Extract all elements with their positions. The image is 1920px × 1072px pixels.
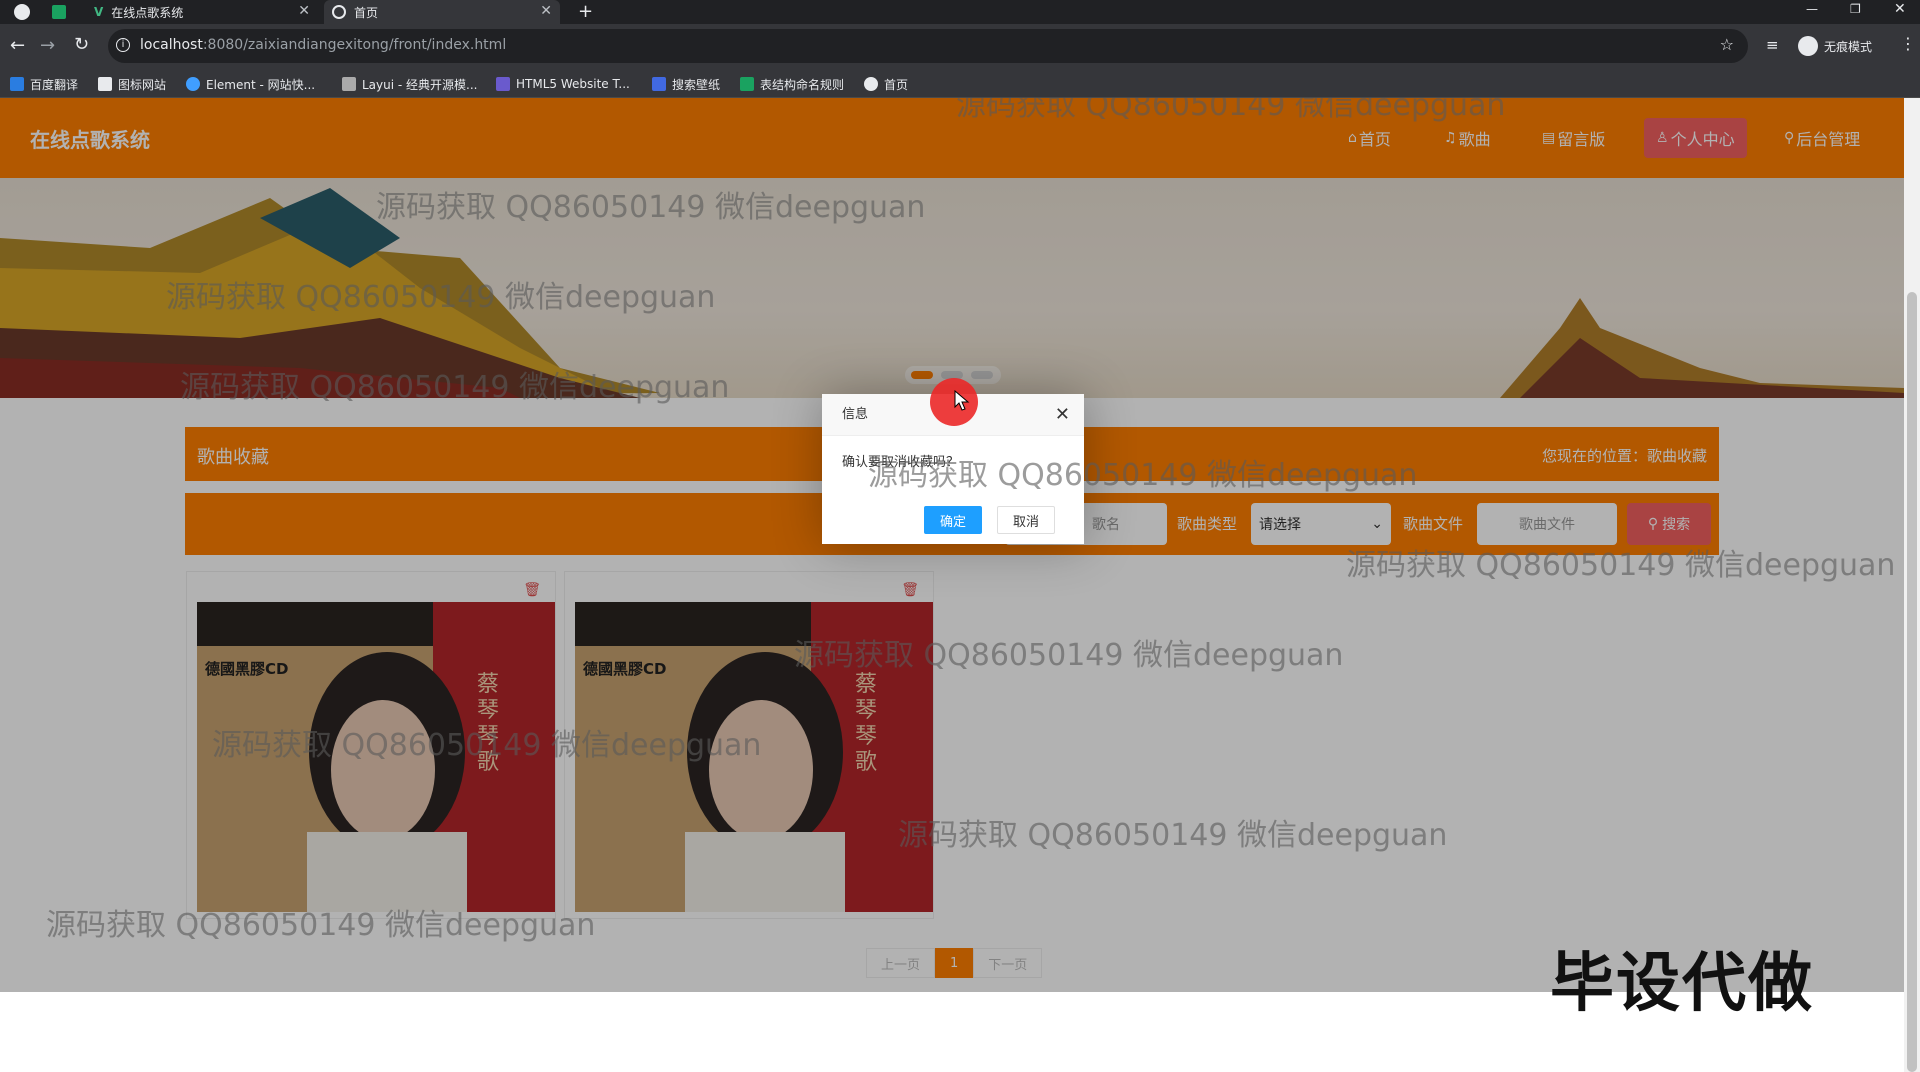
promo-stamp: 毕设代做 — [1550, 947, 1814, 1021]
bookmark-item[interactable]: Element - 网站快... — [186, 76, 315, 92]
bookmark-item[interactable]: 表结构命名规则 — [740, 76, 844, 92]
close-tab-icon[interactable]: ✕ — [540, 3, 552, 19]
page-viewport: 在线点歌系统 ⌂ 首页 ♫ 歌曲 ▤ 留言版 ♙ 个人中心 ⚲ 后台管理 歌曲收藏 您现在… — [0, 98, 1904, 1072]
forward-icon[interactable]: → — [40, 35, 55, 56]
profile-label[interactable]: 无痕模式 — [1824, 38, 1872, 55]
browser-icon[interactable] — [14, 4, 30, 20]
bookmark-item[interactable]: 百度翻译 — [10, 76, 78, 92]
close-tab-icon[interactable]: ✕ — [298, 3, 310, 19]
bookmark-item[interactable]: 图标网站 — [98, 76, 166, 92]
info-icon[interactable]: i — [116, 38, 130, 52]
dialog-message: 确认要取消收藏吗？ — [842, 455, 960, 470]
tab-title: 在线点歌系统 — [111, 5, 184, 20]
html5-icon — [496, 77, 510, 91]
bookmark-item[interactable]: 搜索壁纸 — [652, 76, 720, 92]
bookmark-item[interactable]: HTML5 Website T... — [496, 76, 630, 92]
translate-icon — [10, 77, 24, 91]
globe-icon — [864, 77, 878, 91]
wallpaper-icon — [652, 77, 666, 91]
confirm-button[interactable]: 确定 — [924, 506, 983, 534]
tab-title: 首页 — [354, 5, 379, 20]
restore-icon[interactable]: ❐ — [1850, 2, 1861, 16]
element-icon — [186, 77, 200, 91]
incognito-icon[interactable] — [1798, 36, 1818, 56]
reading-list-icon[interactable]: ≡ — [1766, 36, 1779, 54]
url-text: localhost:8080/zaixiandiangexitong/front… — [140, 37, 507, 53]
browser-tab-bar: V 在线点歌系统 ✕ 首页 ✕ + — ❐ ✕ — [0, 0, 1920, 24]
tab-site[interactable]: V 在线点歌系统 ✕ — [86, 0, 318, 24]
close-icon[interactable]: ✕ — [1055, 404, 1070, 425]
pinned-tab-icon[interactable] — [52, 5, 66, 19]
bookmark-item[interactable]: Layui - 经典开源模... — [342, 76, 477, 92]
flag-icon — [98, 77, 112, 91]
cancel-button[interactable]: 取消 — [997, 506, 1056, 534]
close-window-icon[interactable]: ✕ — [1894, 1, 1906, 17]
scrollbar-thumb[interactable] — [1907, 292, 1917, 1072]
bookmark-item[interactable]: 首页 — [864, 76, 908, 92]
modal-overlay[interactable] — [0, 98, 1904, 992]
globe-icon — [332, 5, 346, 19]
vue-icon: V — [94, 5, 104, 19]
reload-icon[interactable]: ↻ — [74, 34, 89, 55]
layui-icon — [342, 77, 356, 91]
browser-toolbar: ← → ↻ i localhost:8080/zaixiandiangexito… — [0, 24, 1920, 70]
tab-home[interactable]: 首页 ✕ — [324, 0, 560, 24]
sheet-icon — [740, 77, 754, 91]
new-tab-button[interactable]: + — [578, 1, 593, 22]
back-icon[interactable]: ← — [10, 35, 25, 56]
minimize-icon[interactable]: — — [1806, 2, 1818, 16]
address-bar[interactable]: i localhost:8080/zaixiandiangexitong/fro… — [108, 29, 1748, 63]
bookmarks-bar: 百度翻译 图标网站 Element - 网站快... Layui - 经典开源模… — [0, 70, 1920, 98]
mouse-cursor-icon — [954, 390, 970, 411]
menu-icon[interactable]: ⋮ — [1900, 34, 1916, 53]
star-icon[interactable]: ☆ — [1720, 35, 1734, 54]
